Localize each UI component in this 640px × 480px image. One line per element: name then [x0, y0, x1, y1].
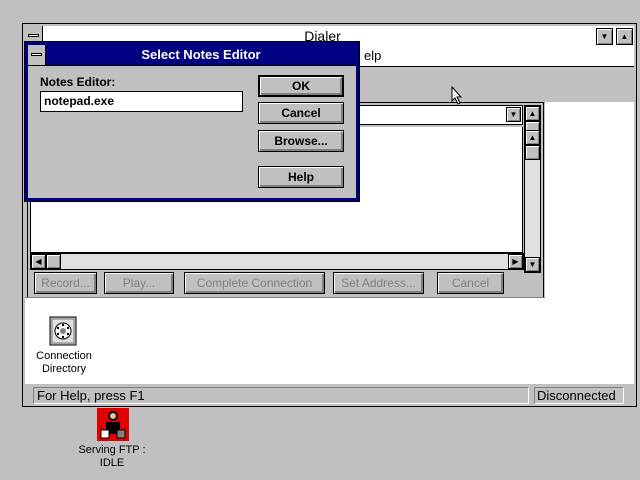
scroll-thumb[interactable]	[525, 145, 540, 160]
workspace-right	[545, 102, 634, 298]
status-bar: For Help, press F1 Disconnected	[25, 383, 634, 406]
horizontal-scrollbar[interactable]: ◀ ▶	[30, 253, 524, 270]
menu-help[interactable]: elp	[364, 48, 381, 63]
record-button[interactable]: Record...	[34, 272, 97, 294]
scroll-right-icon[interactable]: ▶	[508, 254, 523, 269]
serving-ftp-label-line1: Serving FTP :	[78, 444, 146, 456]
scroll-up-icon[interactable]: ▲	[525, 106, 540, 121]
select-notes-editor-dialog: Select Notes Editor Notes Editor: notepa…	[24, 41, 360, 202]
dialog-title: Select Notes Editor	[141, 47, 261, 62]
help-button[interactable]: Help	[258, 166, 344, 188]
maximize-icon[interactable]: ▲	[616, 28, 633, 45]
set-address-button[interactable]: Set Address...	[333, 272, 424, 294]
serving-ftp-label-line2: IDLE	[99, 457, 125, 469]
connection-directory-icon[interactable]	[49, 316, 77, 346]
serving-ftp-icon[interactable]	[97, 408, 129, 441]
connection-directory-label: Connection Directory	[36, 350, 92, 375]
status-help-text: For Help, press F1	[33, 387, 529, 404]
workspace	[25, 297, 634, 384]
notes-editor-field[interactable]: notepad.exe	[40, 91, 243, 112]
dialog-body: Notes Editor: notepad.exe OK Cancel Brow…	[28, 66, 356, 198]
dialog-title-bar[interactable]: Select Notes Editor	[28, 45, 356, 66]
scroll-thumb[interactable]	[46, 254, 61, 269]
play-button[interactable]: Play...	[104, 272, 174, 294]
mouse-cursor-icon	[451, 85, 463, 108]
scroll-up-icon[interactable]: ▲	[525, 130, 540, 145]
complete-connection-button[interactable]: Complete Connection	[184, 272, 325, 294]
minimize-icon[interactable]: ▼	[596, 28, 613, 45]
notes-editor-label: Notes Editor:	[40, 75, 116, 89]
status-connection: Disconnected	[534, 387, 624, 404]
browse-button[interactable]: Browse...	[258, 130, 344, 152]
vertical-scrollbar[interactable]: ▲ ▲ ▼	[524, 105, 541, 273]
scroll-left-icon[interactable]: ◀	[31, 254, 46, 269]
combo-dropdown-icon[interactable]: ▼	[506, 107, 521, 122]
scroll-down-icon[interactable]: ▼	[525, 257, 540, 272]
notes-editor-value: notepad.exe	[44, 94, 115, 108]
cancel-button[interactable]: Cancel	[437, 272, 504, 294]
ok-button[interactable]: OK	[258, 75, 344, 97]
dialog-cancel-button[interactable]: Cancel	[258, 102, 344, 124]
serving-ftp-label: Serving FTP : IDLE	[72, 444, 152, 470]
dialog-system-menu-icon[interactable]	[28, 45, 46, 65]
